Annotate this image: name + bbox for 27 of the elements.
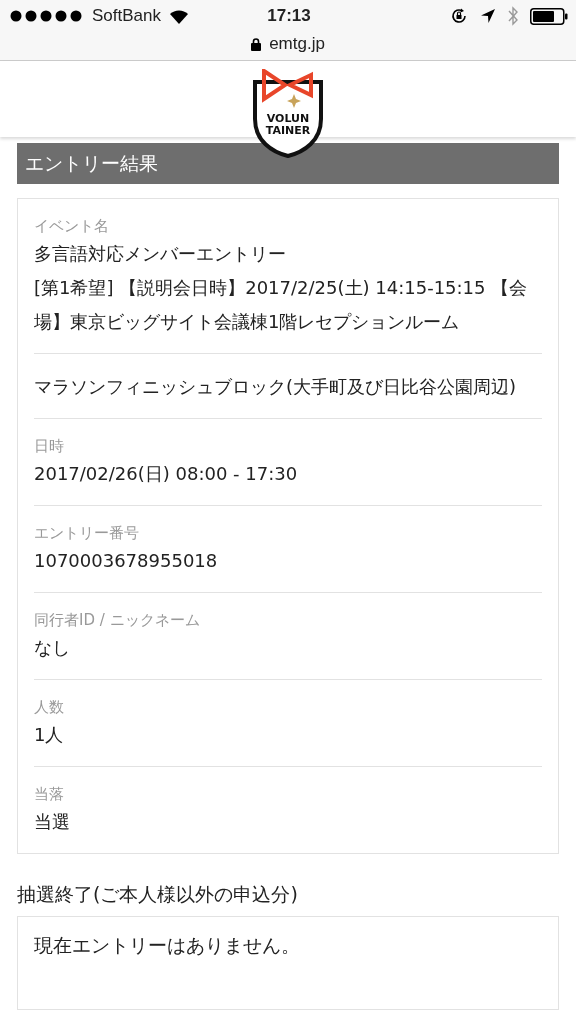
clock-time: 17:13: [267, 6, 311, 26]
field-label: 同行者ID / ニックネーム: [34, 610, 201, 631]
rotation-lock-icon: [450, 7, 468, 25]
field-value: 当選: [34, 810, 71, 834]
carrier-name: SoftBank: [92, 6, 161, 26]
field-label: 人数: [34, 697, 65, 718]
location-arrow-icon: [480, 8, 496, 24]
address-bar[interactable]: emtg.jp: [233, 32, 343, 56]
empty-message: 現在エントリーはありません。: [34, 934, 300, 956]
section-heading: 抽選終了(ご本人様以外の申込分): [17, 882, 299, 907]
field-label: 日時: [34, 436, 65, 457]
field-value: 1人: [34, 723, 65, 747]
signal-icon: [10, 10, 84, 22]
field-value: [第1希望] 【説明会日時】2017/2/25(土) 14:15-15:15 【会場】東京ビッグサイト会議棟1階レセプションルーム: [34, 276, 529, 334]
battery-icon: [530, 7, 568, 25]
field-value: 2017/02/26(日) 08:00 - 17:30: [34, 462, 299, 486]
field-label: イベント名: [34, 216, 110, 237]
field-value: 多言語対応メンバーエントリー: [34, 242, 287, 266]
field-value: 1070003678955018: [34, 549, 219, 573]
field-value: なし: [34, 636, 71, 660]
section-title: エントリー結果: [17, 143, 559, 184]
field-value: マラソンフィニッシュブロック(大手町及び日比谷公園周辺): [34, 375, 518, 399]
field-label: 当落: [34, 784, 65, 805]
wifi-icon: [169, 8, 189, 24]
bluetooth-icon: [508, 6, 518, 26]
lock-icon: [251, 37, 262, 51]
field-label: エントリー番号: [34, 523, 140, 544]
